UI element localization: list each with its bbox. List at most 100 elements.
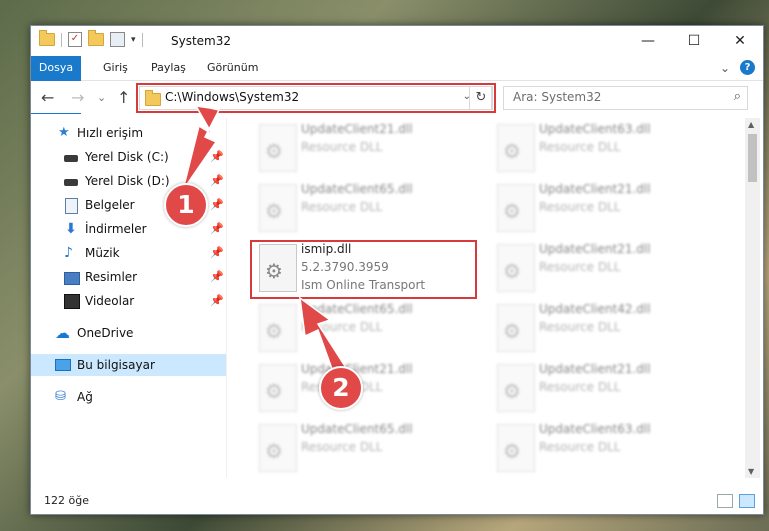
dll-file-icon: ⚙ xyxy=(259,424,297,472)
pictures-icon xyxy=(64,272,80,285)
dll-file-icon: ⚙ xyxy=(259,184,297,232)
sidebar-item-label: Yerel Disk (C:) xyxy=(85,150,169,164)
sidebar-item-onedrive[interactable]: ☁ OneDrive xyxy=(31,322,226,344)
dll-file-icon: ⚙ xyxy=(259,304,297,352)
file-name: UpdateClient63.dll xyxy=(539,122,651,136)
view-buttons xyxy=(717,494,755,508)
minimize-button[interactable]: — xyxy=(625,26,671,56)
search-box[interactable]: Ara: System32 ⌕ xyxy=(503,86,748,110)
close-button[interactable]: ✕ xyxy=(717,26,763,56)
star-icon: ★ xyxy=(58,125,70,140)
dll-file-icon: ⚙ xyxy=(497,304,535,352)
tab-share[interactable]: Paylaş xyxy=(139,56,198,80)
drive-icon xyxy=(64,155,78,162)
forward-arrow-icon[interactable]: → xyxy=(71,88,84,107)
file-name: UpdateClient21.dll xyxy=(539,182,651,196)
file-item[interactable]: ⚙ UpdateClient21.dll Resource DLL xyxy=(489,358,714,416)
file-description: Resource DLL xyxy=(301,200,383,214)
properties-check-icon[interactable]: ✓ xyxy=(68,32,82,47)
navigation-pane: ★ Hızlı erişim Yerel Disk (C:) 📌 Yerel D… xyxy=(31,118,226,478)
sidebar-item-label: Ağ xyxy=(77,390,93,404)
file-name: UpdateClient65.dll xyxy=(301,422,413,436)
folder-icon[interactable] xyxy=(39,30,55,46)
sidebar-item-videos[interactable]: Videolar 📌 xyxy=(31,290,226,312)
dll-file-icon: ⚙ xyxy=(497,364,535,412)
file-description: Resource DLL xyxy=(539,380,621,394)
step-1-badge: 1 xyxy=(164,183,208,227)
window-title: System32 xyxy=(171,34,232,48)
file-name: UpdateClient21.dll xyxy=(539,242,651,256)
item-count: 122 öğe xyxy=(44,494,89,507)
help-icon[interactable]: ? xyxy=(740,60,755,75)
scroll-thumb[interactable] xyxy=(748,134,757,182)
pin-icon[interactable]: 📌 xyxy=(210,146,224,168)
sidebar-item-label: Bu bilgisayar xyxy=(77,358,155,372)
network-icon: ⛁ xyxy=(55,389,66,404)
dll-file-icon: ⚙ xyxy=(497,184,535,232)
file-description: Resource DLL xyxy=(539,260,621,274)
file-item[interactable]: ⚙ UpdateClient65.dll Resource DLL xyxy=(251,178,476,236)
file-item[interactable]: ⚙ UpdateClient63.dll Resource DLL xyxy=(489,118,714,176)
pin-icon[interactable]: 📌 xyxy=(210,194,224,216)
document-icon xyxy=(65,198,78,214)
details-view-icon[interactable] xyxy=(717,494,733,508)
properties-icon[interactable] xyxy=(110,32,125,47)
tiles-view-icon[interactable] xyxy=(739,494,755,508)
file-item[interactable]: ⚙ UpdateClient21.dll Resource DLL xyxy=(489,238,714,296)
file-item[interactable]: ⚙ UpdateClient21.dll Resource DLL xyxy=(251,118,476,176)
sidebar-item-label: İndirmeler xyxy=(85,222,147,236)
dll-file-icon: ⚙ xyxy=(497,244,535,292)
dll-file-icon: ⚙ xyxy=(497,424,535,472)
pin-icon[interactable]: 📌 xyxy=(210,218,224,240)
file-description: Resource DLL xyxy=(301,320,383,334)
drive-icon xyxy=(64,179,78,186)
explorer-window: ✓ ▾ System32 — ☐ ✕ Dosya Giriş Paylaş Gö… xyxy=(30,25,764,515)
cloud-icon: ☁ xyxy=(55,324,70,342)
sidebar-item-quick-access[interactable]: ★ Hızlı erişim xyxy=(31,122,226,144)
dll-file-icon: ⚙ xyxy=(259,364,297,412)
qat-dropdown-icon[interactable]: ▾ xyxy=(131,35,136,45)
navigation-bar: ← → ⌄ ↑ C:\Windows\System32 ⌄ ↻ Ara: Sys… xyxy=(31,81,763,113)
file-item[interactable]: ⚙ UpdateClient65.dll Resource DLL xyxy=(251,418,476,476)
sidebar-item-this-pc[interactable]: Bu bilgisayar xyxy=(31,354,226,376)
search-icon[interactable]: ⌕ xyxy=(734,89,741,104)
new-folder-icon[interactable] xyxy=(88,30,104,46)
file-highlight-box xyxy=(250,240,477,299)
search-placeholder: Ara: System32 xyxy=(513,90,602,104)
file-item[interactable]: ⚙ UpdateClient21.dll Resource DLL xyxy=(251,358,476,416)
toolbar-separator xyxy=(141,32,143,47)
sidebar-item-music[interactable]: ♪ Müzik 📌 xyxy=(31,242,226,264)
scroll-down-icon[interactable]: ▼ xyxy=(748,467,754,476)
ribbon-right: ⌄ ? xyxy=(720,60,755,75)
ribbon-tabs: Dosya Giriş Paylaş Görünüm ⌄ ? xyxy=(31,56,763,114)
pin-icon[interactable]: 📌 xyxy=(210,266,224,288)
scroll-up-icon[interactable]: ▲ xyxy=(748,120,754,129)
file-item[interactable]: ⚙ UpdateClient42.dll Resource DLL xyxy=(489,298,714,356)
tab-home[interactable]: Giriş xyxy=(91,56,140,80)
file-item[interactable]: ⚙ UpdateClient21.dll Resource DLL xyxy=(489,178,714,236)
dll-file-icon: ⚙ xyxy=(497,124,535,172)
file-description: Resource DLL xyxy=(301,440,383,454)
expand-ribbon-icon[interactable]: ⌄ xyxy=(720,61,730,75)
vertical-scrollbar[interactable]: ▲ ▼ xyxy=(745,118,760,478)
pin-icon[interactable]: 📌 xyxy=(210,242,224,264)
tab-view[interactable]: Görünüm xyxy=(195,56,270,80)
sidebar-item-pictures[interactable]: Resimler 📌 xyxy=(31,266,226,288)
download-icon: ⬇ xyxy=(65,221,77,237)
maximize-button[interactable]: ☐ xyxy=(671,26,717,56)
back-arrow-icon[interactable]: ← xyxy=(41,88,54,107)
pane-divider[interactable] xyxy=(226,118,227,478)
pin-icon[interactable]: 📌 xyxy=(210,290,224,312)
dll-file-icon: ⚙ xyxy=(259,124,297,172)
sidebar-item-label: OneDrive xyxy=(77,326,134,340)
title-bar: ✓ ▾ System32 — ☐ ✕ xyxy=(31,26,763,56)
sidebar-item-label: Hızlı erişim xyxy=(77,126,144,140)
sidebar-item-network[interactable]: ⛁ Ağ xyxy=(31,386,226,408)
up-arrow-icon[interactable]: ↑ xyxy=(117,88,130,107)
quick-access-toolbar: ✓ ▾ xyxy=(39,30,143,47)
pin-icon[interactable]: 📌 xyxy=(210,170,224,192)
file-item[interactable]: ⚙ UpdateClient65.dll Resource DLL xyxy=(251,298,476,356)
file-item[interactable]: ⚙ UpdateClient63.dll Resource DLL xyxy=(489,418,714,476)
sidebar-item-disk-c[interactable]: Yerel Disk (C:) 📌 xyxy=(31,146,226,168)
recent-locations-icon[interactable]: ⌄ xyxy=(97,91,106,104)
